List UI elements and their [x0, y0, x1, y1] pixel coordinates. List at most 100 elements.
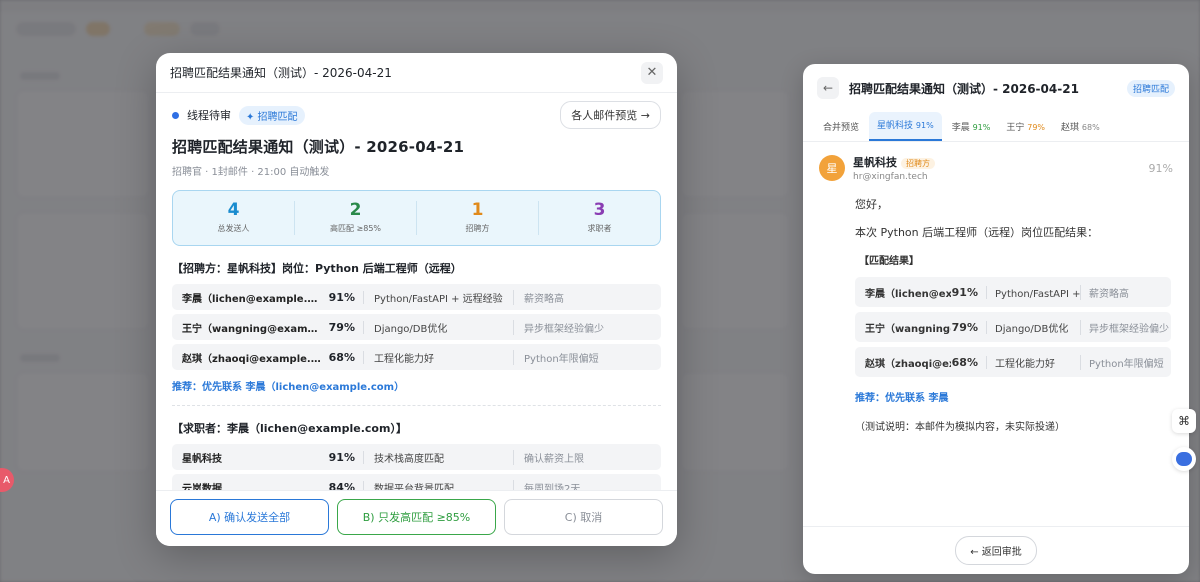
- list-item: 李晨（lichen@example.com） 91% Python/FastAP…: [855, 277, 1171, 307]
- tab-zhaoqi[interactable]: 赵琪 68%: [1055, 120, 1106, 141]
- tab-percent: 79%: [1027, 123, 1046, 132]
- stats-panel: 4 总发送人 2 高匹配 ≥85% 1 招聘方 3 求职者: [172, 190, 661, 246]
- tab-label: 星帆科技: [877, 121, 914, 131]
- close-icon[interactable]: ✕: [641, 61, 663, 84]
- match-percent: 79%: [322, 320, 364, 334]
- send-high-match-button[interactable]: B) 只发高匹配 ≥85%: [337, 499, 496, 535]
- match-percent: 91%: [951, 285, 987, 299]
- company-name: 星帆科技: [182, 453, 222, 465]
- sender-role-badge: 招聘方: [901, 158, 935, 169]
- tab-percent: 91%: [972, 123, 991, 132]
- return-to-approval-button[interactable]: ← 返回审批: [955, 536, 1037, 565]
- tab-label: 合并预览: [823, 123, 860, 133]
- table-row: 星帆科技 91% 技术栈高度匹配 确认薪资上限: [172, 444, 661, 470]
- sender-row: 星 星帆科技 招聘方 hr@xingfan.tech 91%: [803, 142, 1189, 182]
- email-body: 您好， 本次 Python 后端工程师（远程）岗位匹配结果： 【匹配结果】 李晨…: [803, 182, 1189, 433]
- match-note: 异步框架经验偏少: [524, 323, 604, 335]
- modal-window-title: 招聘匹配结果通知（测试）- 2026-04-21: [170, 66, 392, 80]
- stat-high-match: 2 高匹配 ≥85%: [295, 201, 417, 235]
- match-reason: 工程化能力好: [364, 349, 514, 365]
- table-row: 云岚数据 84% 数据平台背景匹配 每周到场2天: [172, 474, 661, 490]
- stat-candidates: 3 求职者: [539, 201, 660, 235]
- match-percent: 91%: [322, 290, 364, 304]
- status-dot-icon: [172, 111, 179, 119]
- stat-label: 招聘方: [465, 224, 490, 233]
- candidate-name: 李晨（lichen@example.com）: [182, 293, 322, 305]
- tab-lichen[interactable]: 李晨 91%: [946, 120, 997, 141]
- status-label: 线程待审: [187, 109, 231, 122]
- candidate-name: 赵琪（zhaoqi@example.com）: [182, 353, 322, 365]
- modal-header: 招聘匹配结果通知（测试）- 2026-04-21 ✕: [156, 53, 677, 93]
- match-percent: 68%: [322, 350, 364, 364]
- table-row: 赵琪（zhaoqi@example.com） 68% 工程化能力好 Python…: [172, 344, 661, 370]
- greeting: 您好，: [855, 198, 888, 211]
- stat-total: 4 总发送人: [173, 201, 295, 235]
- tab-label: 王宁: [1006, 123, 1025, 133]
- match-reason: 数据平台背景匹配: [364, 479, 514, 490]
- assistant-icon[interactable]: [1172, 447, 1196, 471]
- recommendation: 推荐：优先联系 李晨（lichen@example.com）: [172, 382, 405, 393]
- candidate-name: 王宁（wangning@example.com）: [865, 323, 951, 335]
- confirm-send-all-button[interactable]: A) 确认发送全部: [170, 499, 329, 535]
- tab-label: 李晨: [951, 123, 970, 133]
- notification-modal: 招聘匹配结果通知（测试）- 2026-04-21 ✕ 线程待审 ✦ 招聘匹配 各…: [156, 53, 677, 546]
- match-percent: 84%: [322, 480, 364, 490]
- result-title: 【匹配结果】: [859, 256, 919, 267]
- match-reason: Python/FastAPI + 远程经验: [987, 284, 1081, 300]
- match-percent: 68%: [951, 355, 987, 369]
- email-preview-drawer: ← 招聘匹配结果通知（测试）- 2026-04-21 招聘匹配 合并预览 星帆科…: [803, 64, 1189, 574]
- table-row: 李晨（lichen@example.com） 91% Python/FastAP…: [172, 284, 661, 310]
- tab-xingfan[interactable]: 星帆科技 91%: [869, 112, 942, 141]
- tab-label: 赵琪: [1061, 123, 1080, 133]
- match-note: 异步框架经验偏少: [1089, 323, 1169, 335]
- divider: [172, 405, 661, 406]
- recommendation: 推荐：优先联系 李晨: [855, 393, 949, 404]
- modal-body: 线程待审 ✦ 招聘匹配 各人邮件预览 → 招聘匹配结果通知（测试）- 2026-…: [156, 94, 677, 490]
- section-employer-title: 【招聘方：星帆科技】岗位：Python 后端工程师（远程）: [172, 262, 462, 275]
- match-note: Python年限偏短: [1089, 358, 1164, 370]
- table-row: 王宁（wangning@example.com） 79% Django/DB优化…: [172, 314, 661, 340]
- sender-email: hr@xingfan.tech: [853, 172, 928, 182]
- tab-percent: 68%: [1081, 123, 1100, 132]
- page-title: 招聘匹配结果通知（测试）- 2026-04-21: [172, 138, 465, 156]
- match-note: 薪资略高: [1089, 288, 1129, 300]
- stat-value: 1: [471, 200, 484, 220]
- meta-line: 招聘官 · 1封邮件 · 21:00 自动触发: [172, 167, 330, 178]
- drawer-footer: ← 返回审批: [803, 526, 1189, 574]
- stat-label: 求职者: [587, 224, 612, 233]
- stat-employers: 1 招聘方: [417, 201, 539, 235]
- tab-merged-preview[interactable]: 合并预览: [817, 120, 865, 141]
- candidate-name: 赵琪（zhaoqi@example.com）: [865, 358, 951, 370]
- match-note: 确认薪资上限: [524, 453, 584, 465]
- drawer-tag: 招聘匹配: [1126, 79, 1175, 97]
- intro-text: 本次 Python 后端工程师（远程）岗位匹配结果：: [855, 226, 1099, 239]
- list-item: 王宁（wangning@example.com） 79% Django/DB优化…: [855, 312, 1171, 342]
- section-candidate-title: 【求职者：李晨（lichen@example.com）】: [172, 422, 407, 435]
- match-note: Python年限偏短: [524, 353, 599, 365]
- drawer-title: 招聘匹配结果通知（测试）- 2026-04-21: [849, 81, 1079, 96]
- drawer-header: ← 招聘匹配结果通知（测试）- 2026-04-21 招聘匹配: [803, 64, 1189, 112]
- match-percent: 91%: [322, 450, 364, 464]
- stat-value: 2: [349, 200, 362, 220]
- tab-wangning[interactable]: 王宁 79%: [1000, 120, 1051, 141]
- shortcut-icon[interactable]: ⌘: [1172, 409, 1196, 433]
- match-reason: 技术栈高度匹配: [364, 449, 514, 465]
- cancel-button[interactable]: C) 取消: [504, 499, 663, 535]
- sender-score: 91%: [1148, 161, 1173, 175]
- avatar: 星: [819, 155, 845, 181]
- individual-preview-button[interactable]: 各人邮件预览 →: [560, 101, 661, 129]
- candidate-name: 王宁（wangning@example.com）: [182, 323, 322, 335]
- test-note: （测试说明：本邮件为模拟内容，未实际投递）: [855, 422, 1065, 433]
- match-reason: Django/DB优化: [987, 319, 1081, 335]
- preview-tabs: 合并预览 星帆科技 91% 李晨 91% 王宁 79% 赵琪 68%: [803, 112, 1189, 142]
- modal-footer: A) 确认发送全部 B) 只发高匹配 ≥85% C) 取消: [156, 490, 677, 546]
- match-reason: Django/DB优化: [364, 319, 514, 335]
- category-tag: ✦ 招聘匹配: [239, 105, 305, 125]
- candidate-name: 李晨（lichen@example.com）: [865, 288, 951, 300]
- match-note: 薪资略高: [524, 293, 564, 305]
- sender-name: 星帆科技: [853, 156, 897, 169]
- list-item: 赵琪（zhaoqi@example.com） 68% 工程化能力好 Python…: [855, 347, 1171, 377]
- company-name: 云岚数据: [182, 483, 222, 491]
- stat-value: 4: [227, 200, 240, 220]
- arrow-left-icon[interactable]: ←: [817, 77, 839, 99]
